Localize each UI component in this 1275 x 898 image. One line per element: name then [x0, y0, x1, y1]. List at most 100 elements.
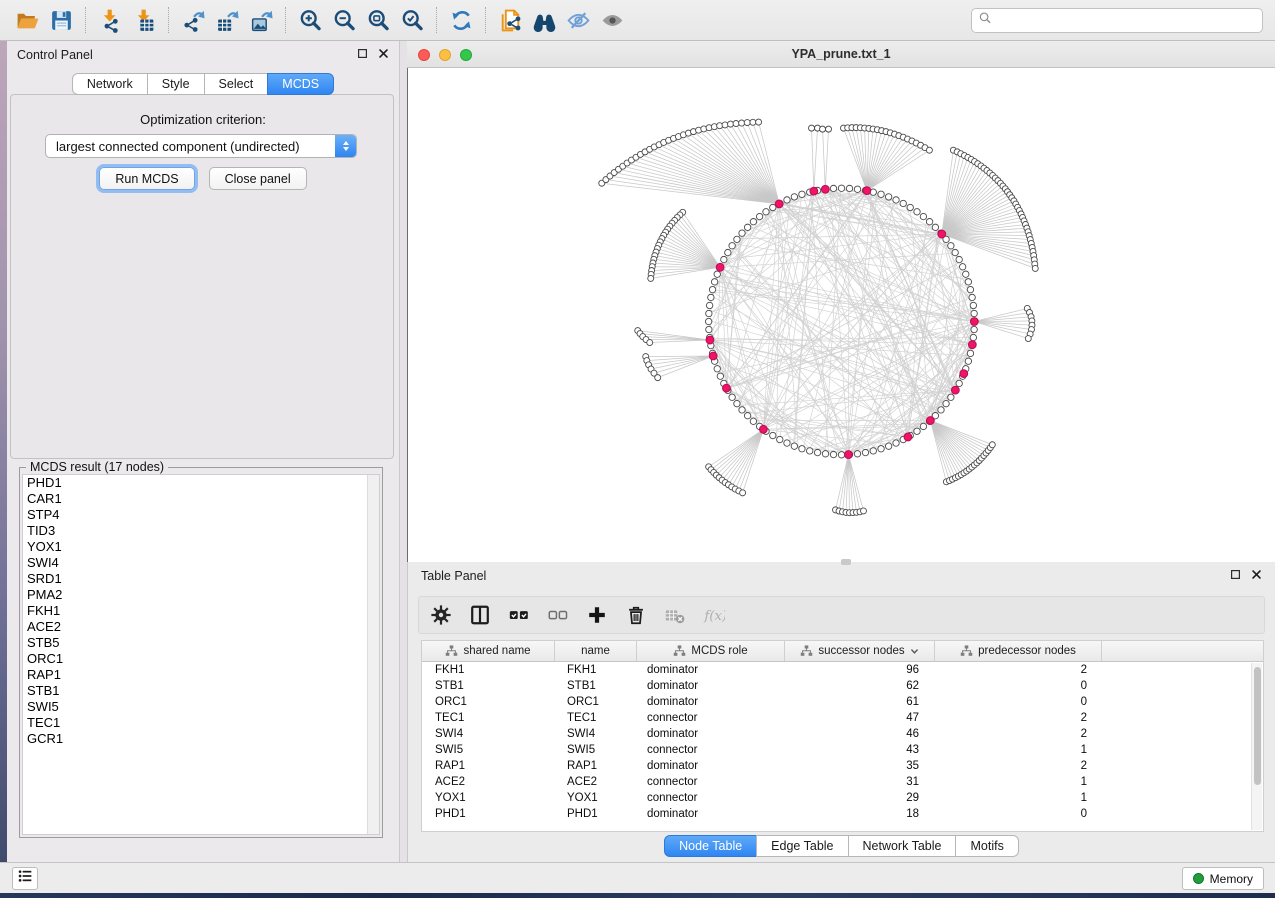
apply-layout-button[interactable]: [444, 4, 478, 36]
table-scrollbar-thumb[interactable]: [1254, 667, 1261, 785]
criterion-dropdown[interactable]: largest connected component (undirected): [45, 134, 357, 158]
mcds-result-item[interactable]: PHD1: [23, 475, 379, 491]
zoom-out-button[interactable]: [327, 4, 361, 36]
table-row[interactable]: ORC1ORC1dominator610: [422, 694, 1263, 710]
tab-select[interactable]: Select: [204, 73, 269, 95]
mcds-result-item[interactable]: SRD1: [23, 571, 379, 587]
open-file-button[interactable]: [10, 4, 44, 36]
columns-button[interactable]: [468, 603, 492, 627]
search-network-button[interactable]: [527, 4, 561, 36]
table-row[interactable]: STB1STB1dominator620: [422, 678, 1263, 694]
import-table-button[interactable]: [127, 4, 161, 36]
tab-mcds[interactable]: MCDS: [267, 73, 334, 95]
table-cell: dominator: [637, 760, 785, 772]
network-window-titlebar[interactable]: YPA_prune.txt_1: [407, 41, 1275, 68]
mcds-result-item[interactable]: TEC1: [23, 715, 379, 731]
table-row[interactable]: FKH1FKH1dominator962: [422, 662, 1263, 678]
table-scrollbar[interactable]: [1251, 663, 1262, 830]
column-header-name[interactable]: name: [555, 641, 637, 661]
column-header-shared-name[interactable]: shared name: [422, 641, 555, 661]
mcds-result-item[interactable]: SWI5: [23, 699, 379, 715]
mcds-result-item[interactable]: YOX1: [23, 539, 379, 555]
close-panel-icon[interactable]: [378, 46, 389, 64]
tab-network-table[interactable]: Network Table: [848, 835, 957, 857]
close-table-panel-icon[interactable]: [1251, 567, 1262, 585]
table-row[interactable]: PHD1PHD1dominator180: [422, 806, 1263, 822]
table-cell: STB1: [422, 680, 555, 692]
result-list-scrollbar[interactable]: [367, 475, 379, 834]
memory-button[interactable]: Memory: [1182, 867, 1264, 890]
table-cell: dominator: [637, 680, 785, 692]
save-session-button[interactable]: [44, 4, 78, 36]
toolbar-separator: [168, 7, 169, 33]
zoom-selected-button[interactable]: [395, 4, 429, 36]
table-row[interactable]: SWI4SWI4dominator462: [422, 726, 1263, 742]
list-icon: [17, 868, 33, 889]
float-panel-icon[interactable]: [357, 46, 368, 64]
network-canvas[interactable]: [407, 68, 1275, 562]
mcds-result-item[interactable]: PMA2: [23, 587, 379, 603]
table-row[interactable]: YOX1YOX1connector291: [422, 790, 1263, 806]
mcds-result-item[interactable]: CAR1: [23, 491, 379, 507]
mcds-result-item[interactable]: STB5: [23, 635, 379, 651]
mcds-result-item[interactable]: ORC1: [23, 651, 379, 667]
optimization-criterion-label: Optimization criterion:: [7, 112, 399, 127]
search-input[interactable]: [992, 9, 1256, 32]
horizontal-splitter-handle[interactable]: [841, 559, 851, 565]
table-cell: dominator: [637, 696, 785, 708]
tab-network[interactable]: Network: [72, 73, 148, 95]
task-history-button[interactable]: [12, 867, 38, 890]
search-box[interactable]: [971, 8, 1263, 33]
select-all-button[interactable]: [507, 603, 531, 627]
table-cell: TEC1: [555, 712, 637, 724]
network-window: YPA_prune.txt_1: [407, 41, 1275, 562]
toolbar-separator: [85, 7, 86, 33]
tab-node-table[interactable]: Node Table: [664, 835, 757, 857]
mcds-result-item[interactable]: STB1: [23, 683, 379, 699]
show-panel-button[interactable]: [595, 4, 629, 36]
mcds-result-item[interactable]: ACE2: [23, 619, 379, 635]
table-cell: 96: [785, 664, 935, 676]
function-button: f(x): [702, 603, 726, 627]
vertical-splitter[interactable]: [400, 41, 407, 862]
gear-button[interactable]: [429, 603, 453, 627]
close-panel-button[interactable]: Close panel: [209, 167, 307, 190]
column-header-MCDS-role[interactable]: MCDS role: [637, 641, 785, 661]
export-image-button[interactable]: [244, 4, 278, 36]
tab-style[interactable]: Style: [147, 73, 205, 95]
mcds-result-item[interactable]: STP4: [23, 507, 379, 523]
table-row[interactable]: SWI5SWI5connector431: [422, 742, 1263, 758]
export-table-button[interactable]: [210, 4, 244, 36]
column-header-predecessor-nodes[interactable]: predecessor nodes: [935, 641, 1102, 661]
mcds-result-item[interactable]: GCR1: [23, 731, 379, 747]
table-cell: ORC1: [555, 696, 637, 708]
float-table-panel-icon[interactable]: [1230, 567, 1241, 585]
hide-panel-button[interactable]: [561, 4, 595, 36]
zoom-fit-button[interactable]: [361, 4, 395, 36]
add-button[interactable]: [585, 603, 609, 627]
network-from-document-button[interactable]: [493, 4, 527, 36]
deselect-all-button[interactable]: [546, 603, 570, 627]
run-mcds-button[interactable]: Run MCDS: [99, 167, 194, 190]
table-row[interactable]: TEC1TEC1connector472: [422, 710, 1263, 726]
table-cell: dominator: [637, 664, 785, 676]
table-row[interactable]: ACE2ACE2connector311: [422, 774, 1263, 790]
delete-button[interactable]: [624, 603, 648, 627]
tab-motifs[interactable]: Motifs: [955, 835, 1018, 857]
column-header-successor-nodes[interactable]: successor nodes: [785, 641, 935, 661]
mcds-result-item[interactable]: SWI4: [23, 555, 379, 571]
network-view[interactable]: [408, 68, 1275, 562]
mcds-result-item[interactable]: TID3: [23, 523, 379, 539]
tab-edge-table[interactable]: Edge Table: [756, 835, 848, 857]
mcds-result-item[interactable]: RAP1: [23, 667, 379, 683]
mcds-result-item[interactable]: FKH1: [23, 603, 379, 619]
zoom-in-button[interactable]: [293, 4, 327, 36]
table-row[interactable]: RAP1RAP1dominator352: [422, 758, 1263, 774]
import-network-button[interactable]: [93, 4, 127, 36]
table-cell: 0: [935, 680, 1102, 692]
table-header-row: shared namenameMCDS rolesuccessor nodesp…: [422, 641, 1263, 662]
table-panel: Table Panel f(x) shared namenameMCDS rol…: [407, 562, 1275, 862]
table-cell: FKH1: [555, 664, 637, 676]
mcds-result-list[interactable]: PHD1CAR1STP4TID3YOX1SWI4SRD1PMA2FKH1ACE2…: [22, 474, 380, 835]
export-network-button[interactable]: [176, 4, 210, 36]
